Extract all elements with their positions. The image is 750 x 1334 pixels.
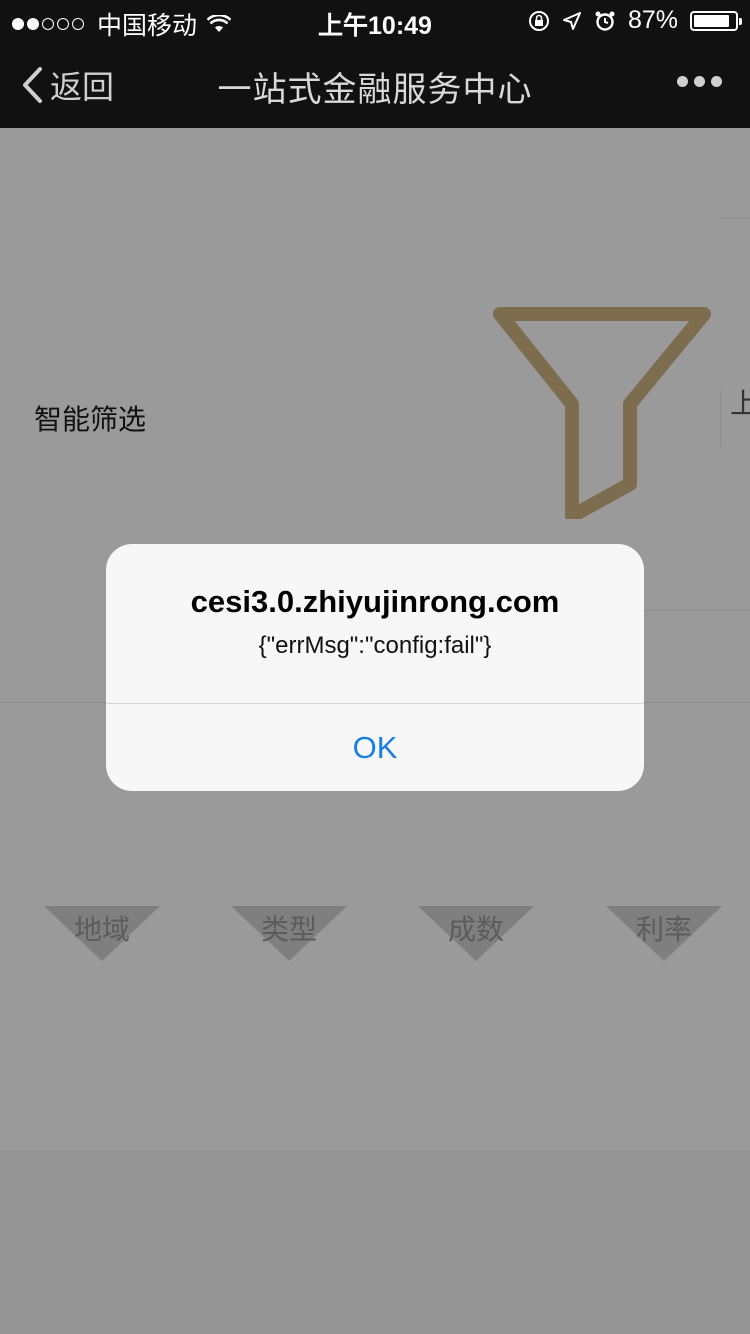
divider: [720, 218, 750, 219]
filter-type[interactable]: 类型: [231, 898, 347, 961]
status-right: 87%: [528, 6, 742, 35]
navigation-bar: 返回 一站式金融服务中心: [0, 40, 750, 128]
battery-percent: 87%: [627, 6, 678, 34]
status-bar: 中国移动 上午10:49 87%: [0, 0, 750, 40]
location-icon: [562, 11, 581, 30]
alert-dialog: cesi3.0.zhiyujinrong.com {"errMsg":"conf…: [106, 544, 644, 791]
ok-button[interactable]: OK: [106, 704, 644, 791]
filter-label: 类型: [260, 914, 317, 945]
clipped-text: 上: [730, 388, 750, 419]
smart-filter-label: 智能筛选: [34, 404, 147, 435]
filter-funnel-icon[interactable]: [492, 304, 712, 519]
filter-region[interactable]: 地域: [44, 898, 160, 961]
filter-label: 成数: [447, 914, 504, 945]
page-title: 一站式金融服务中心: [217, 71, 533, 109]
filter-label: 利率: [635, 914, 692, 945]
battery-icon: [690, 10, 742, 31]
bottom-area: [0, 1150, 750, 1334]
alarm-icon: [595, 11, 615, 31]
alert-message: {"errMsg":"config:fail"}: [258, 632, 492, 659]
filter-label: 地域: [73, 914, 130, 945]
more-menu-button[interactable]: [677, 76, 722, 87]
divider: [720, 390, 721, 446]
filter-ratio[interactable]: 成数: [418, 898, 534, 961]
alert-title: cesi3.0.zhiyujinrong.com: [190, 584, 560, 619]
orientation-lock-icon: [528, 10, 549, 31]
filter-rate[interactable]: 利率: [606, 898, 722, 961]
more-dots-icon: [677, 76, 688, 87]
